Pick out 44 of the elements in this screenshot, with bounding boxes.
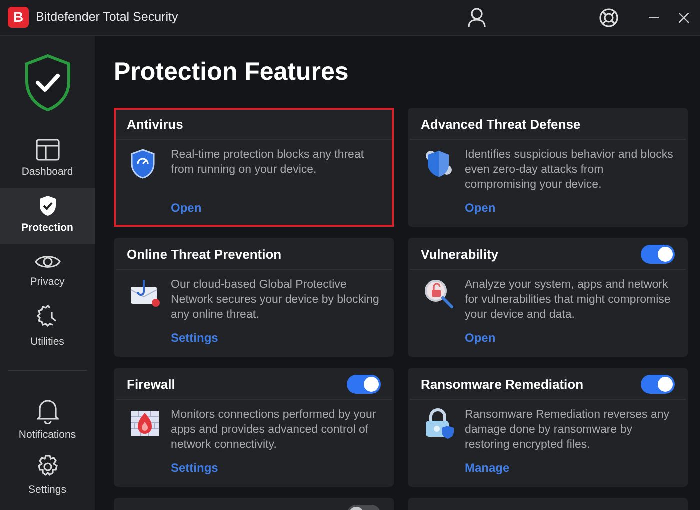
bell-icon [36, 398, 58, 424]
card-title: Firewall [127, 376, 176, 394]
toggle-switch[interactable] [347, 375, 381, 394]
card-description: Real-time protection blocks any threat from running on your device. [171, 148, 366, 178]
shield-check-icon [38, 195, 58, 218]
shield-check-logo [24, 54, 72, 112]
envelope-hook-icon [129, 278, 161, 308]
sidebar-item[interactable]: Dashboard [0, 132, 95, 188]
minimize-icon[interactable] [649, 16, 659, 18]
card-description: Our cloud-based Global Protective Network secures your device by blocking any online threat. [171, 278, 380, 323]
card-link[interactable]: Manage [465, 459, 510, 477]
card-title: Ransomware Remediation [421, 376, 584, 394]
shield-icon [129, 148, 157, 180]
card-description: Monitors connections performed by your apps and provides advanced control of network connectivity. [171, 408, 378, 453]
card-title: Advanced Threat Defense [421, 116, 581, 134]
magnifier-lock-icon [423, 278, 455, 310]
shield-icon [423, 148, 453, 180]
card-description: Analyze your system, apps and network for vulnerabilities that might compromise your device and data. [465, 278, 672, 323]
lock-shield-icon [423, 408, 455, 440]
layout-icon [36, 139, 60, 162]
card-link[interactable]: Open [171, 199, 202, 217]
sidebar-item[interactable]: Settings [0, 449, 95, 505]
toggle-switch[interactable] [641, 245, 675, 264]
card-title: Antivirus [127, 116, 184, 134]
card-title: Vulnerability [421, 246, 499, 264]
window-title: Bitdefender Total Security [36, 9, 178, 26]
app-logo: B [8, 7, 29, 28]
card-link[interactable]: Settings [171, 459, 218, 477]
sidebar-item[interactable]: Protection [0, 188, 95, 244]
sidebar-item[interactable]: Notifications [0, 393, 95, 449]
toggle-switch[interactable] [641, 375, 675, 394]
wall-flame-icon [129, 408, 161, 438]
card-title: Online Threat Prevention [127, 246, 282, 264]
card-link[interactable]: Settings [171, 329, 218, 347]
card-description: Identifies suspicious behavior and blocks even zero-day attacks from compromising your device. [465, 148, 674, 193]
card-link[interactable]: Open [465, 199, 496, 217]
help-icon[interactable] [599, 8, 619, 28]
sidebar-item[interactable]: Privacy [0, 244, 95, 300]
close-icon[interactable] [679, 12, 689, 22]
account-icon[interactable] [468, 8, 486, 28]
card-link[interactable]: Open [465, 329, 496, 347]
sidebar-item[interactable]: Utilities [0, 300, 95, 356]
page-title: Protection Features [114, 57, 350, 88]
card-description: Ransomware Remediation reverses any damage done by ransomware by restoring encrypted files. [465, 408, 671, 453]
